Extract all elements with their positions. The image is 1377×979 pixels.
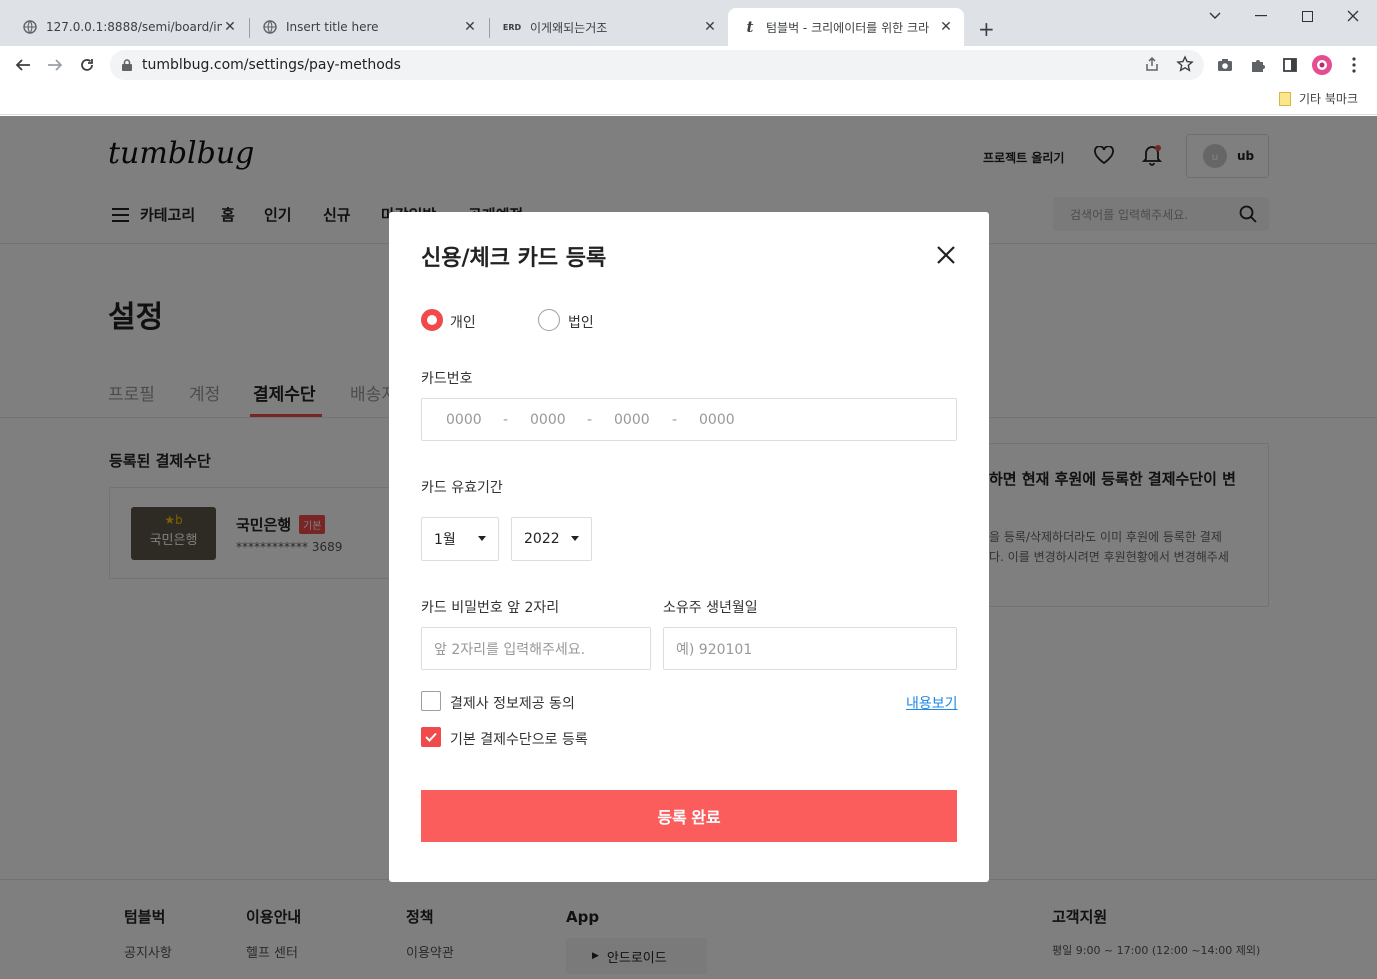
expiry-label: 카드 유효기간	[421, 480, 503, 496]
card-number-part-2[interactable]: 0000	[530, 412, 566, 428]
radio-corporate[interactable]	[538, 309, 560, 331]
minimize-icon[interactable]	[1238, 0, 1284, 32]
maximize-icon[interactable]	[1284, 0, 1330, 32]
consent-label: 결제사 정보제공 동의	[450, 696, 575, 712]
close-modal-icon[interactable]	[937, 246, 955, 268]
close-window-icon[interactable]	[1330, 0, 1376, 32]
card-password-label: 카드 비밀번호 앞 2자리	[421, 600, 560, 616]
forward-icon[interactable]	[44, 54, 66, 76]
chrome-menu-icon[interactable]	[1343, 54, 1365, 76]
tab-2[interactable]: Insert title here ✕	[248, 8, 488, 46]
lock-icon	[122, 59, 132, 71]
card-registration-modal: 신용/체크 카드 등록 개인 법인 카드번호 0000 - 0000 - 000…	[389, 212, 989, 882]
dropdown-caret-icon	[571, 536, 579, 541]
card-password-placeholder: 앞 2자리를 입력해주세요.	[434, 641, 586, 658]
side-panel-icon[interactable]	[1279, 54, 1301, 76]
reload-icon[interactable]	[76, 54, 98, 76]
checkmark-icon	[425, 732, 437, 742]
consent-checkbox[interactable]	[421, 691, 441, 711]
default-method-checkbox[interactable]	[421, 727, 441, 747]
card-number-separator: -	[503, 412, 509, 428]
modal-title: 신용/체크 카드 등록	[421, 246, 607, 271]
globe-icon	[262, 19, 278, 35]
tab-3[interactable]: ERD 이게왜되는거조 ✕	[488, 8, 728, 46]
expiry-year-value: 2022	[524, 531, 560, 547]
owner-birth-placeholder: 예) 920101	[676, 641, 753, 658]
radio-personal-label: 개인	[450, 315, 476, 331]
tab-title: 127.0.0.1:8888/semi/board/insert	[46, 20, 222, 34]
tab-1[interactable]: 127.0.0.1:8888/semi/board/insert ✕	[8, 8, 248, 46]
card-password-input[interactable]: 앞 2자리를 입력해주세요.	[421, 627, 651, 670]
expiry-month-value: 1월	[434, 532, 456, 548]
close-tab-icon[interactable]: ✕	[222, 19, 238, 35]
radio-personal[interactable]	[421, 309, 443, 331]
bookmarks-bar: 기타 북마크	[0, 84, 1377, 115]
tab-search-icon[interactable]	[1192, 0, 1238, 32]
bookmark-star-icon[interactable]	[1176, 55, 1194, 73]
card-number-part-1[interactable]: 0000	[446, 412, 482, 428]
tab-4-active[interactable]: t 텀블벅 - 크리에이터를 위한 크라 ✕	[728, 8, 964, 46]
globe-icon	[22, 19, 38, 35]
new-tab-icon[interactable]: +	[978, 17, 995, 41]
card-number-field: 0000 - 0000 - 0000 - 0000	[421, 398, 957, 441]
erd-favicon-icon: ERD	[502, 22, 522, 32]
tab-title: Insert title here	[286, 20, 379, 34]
folder-icon	[1279, 91, 1291, 106]
tab-strip: 127.0.0.1:8888/semi/board/insert ✕ Inser…	[0, 0, 1377, 46]
bookmark-folder-label: 기타 북마크	[1299, 92, 1359, 106]
expiry-year-select[interactable]: 2022	[511, 517, 592, 561]
tab-title: 이게왜되는거조	[530, 20, 608, 35]
url-text: tumblbug.com/settings/pay-methods	[142, 57, 401, 73]
other-bookmarks[interactable]: 기타 북마크	[1279, 90, 1358, 107]
card-number-separator: -	[587, 412, 593, 428]
card-number-part-3[interactable]: 0000	[614, 412, 650, 428]
radio-corporate-label: 법인	[568, 315, 594, 331]
card-number-separator: -	[672, 412, 678, 428]
close-tab-icon[interactable]: ✕	[462, 19, 478, 35]
expiry-month-select[interactable]: 1월	[421, 517, 499, 561]
card-number-label: 카드번호	[421, 371, 473, 387]
back-icon[interactable]	[12, 54, 34, 76]
close-tab-icon[interactable]: ✕	[702, 19, 718, 35]
extensions-puzzle-icon[interactable]	[1247, 54, 1269, 76]
owner-birth-input[interactable]: 예) 920101	[663, 627, 957, 670]
profile-avatar-icon[interactable]	[1311, 54, 1333, 76]
camera-icon[interactable]	[1214, 54, 1236, 76]
share-icon[interactable]	[1144, 56, 1160, 72]
tab-title: 텀블벅 - 크리에이터를 위한 크라	[766, 20, 930, 35]
owner-birth-label: 소유주 생년월일	[663, 600, 758, 616]
browser-toolbar: tumblbug.com/settings/pay-methods	[0, 46, 1377, 84]
address-bar[interactable]: tumblbug.com/settings/pay-methods	[110, 50, 1204, 80]
card-number-part-4[interactable]: 0000	[699, 412, 735, 428]
default-method-label: 기본 결제수단으로 등록	[450, 732, 588, 748]
tumblbug-favicon-icon: t	[746, 18, 754, 36]
view-terms-link[interactable]: 내용보기	[906, 693, 958, 713]
close-tab-icon[interactable]: ✕	[938, 19, 954, 35]
submit-registration-button[interactable]: 등록 완료	[421, 790, 957, 842]
dropdown-caret-icon	[478, 536, 486, 541]
